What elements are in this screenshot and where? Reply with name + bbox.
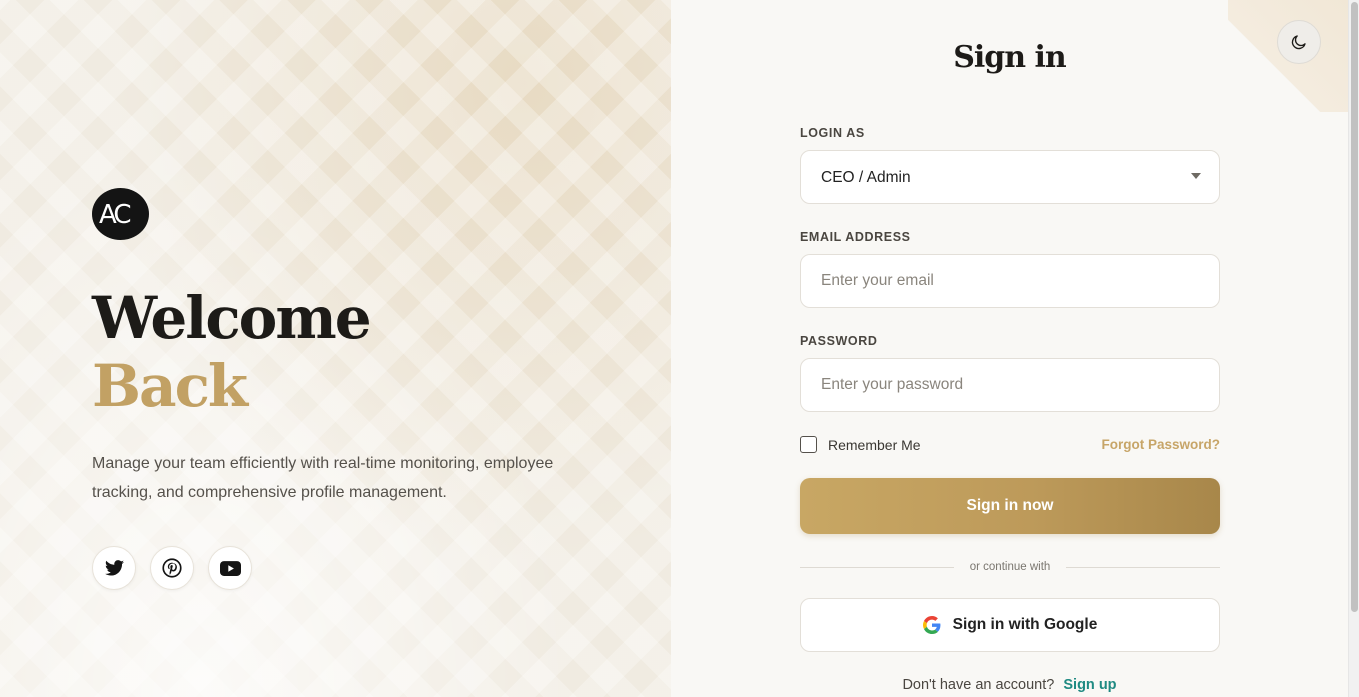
- remember-label: Remember Me: [828, 436, 921, 453]
- remember-me[interactable]: Remember Me: [800, 436, 921, 453]
- signin-title: Sign in: [953, 40, 1067, 75]
- page-scrollbar[interactable]: [1348, 0, 1359, 697]
- divider-line-left: [800, 566, 954, 568]
- brand-logo: AC: [92, 188, 149, 240]
- divider-text: or continue with: [969, 561, 1051, 573]
- twitter-button[interactable]: [92, 546, 136, 590]
- svg-text:AC: AC: [99, 200, 130, 230]
- hero-title: Welcome Back: [92, 284, 372, 420]
- signup-prompt: Don't have an account? Sign up: [671, 677, 1348, 693]
- email-field[interactable]: [800, 254, 1220, 308]
- google-icon: [922, 616, 941, 634]
- no-account-text: Don't have an account?: [902, 677, 1055, 693]
- password-label: PASSWORD: [800, 334, 878, 348]
- divider-line-right: [1066, 566, 1221, 568]
- hero-title-line1: Welcome: [92, 284, 372, 352]
- login-as-label: LOGIN AS: [800, 126, 865, 140]
- google-button-label: Sign in with Google: [952, 616, 1098, 633]
- sign-in-button[interactable]: Sign in now: [800, 478, 1220, 534]
- twitter-icon: [104, 560, 124, 576]
- remember-checkbox[interactable]: [800, 436, 817, 453]
- sign-up-link[interactable]: Sign up: [1063, 677, 1116, 693]
- password-field[interactable]: [800, 358, 1220, 412]
- hero-title-line2: Back: [92, 352, 248, 420]
- youtube-button[interactable]: [208, 546, 252, 590]
- scrollbar-thumb[interactable]: [1351, 2, 1358, 612]
- youtube-icon: [219, 560, 241, 576]
- chevron-down-icon: [1191, 173, 1201, 179]
- google-sign-in-button[interactable]: Sign in with Google: [800, 598, 1220, 652]
- signin-panel: Sign in LOGIN AS CEO / Admin EMAIL ADDRE…: [671, 0, 1348, 697]
- login-as-select[interactable]: CEO / Admin: [800, 150, 1220, 204]
- social-links: [92, 546, 252, 590]
- divider: or continue with: [800, 559, 1221, 575]
- pinterest-icon: [162, 558, 182, 578]
- hero-panel: AC Welcome Back Manage your team efficie…: [0, 0, 671, 697]
- forgot-password-link[interactable]: Forgot Password?: [1101, 437, 1220, 452]
- login-as-value: CEO / Admin: [821, 169, 911, 186]
- pinterest-button[interactable]: [150, 546, 194, 590]
- hero-description: Manage your team efficiently with real-t…: [92, 455, 554, 501]
- logo-mark-icon: AC: [99, 200, 133, 230]
- email-label: EMAIL ADDRESS: [800, 230, 911, 244]
